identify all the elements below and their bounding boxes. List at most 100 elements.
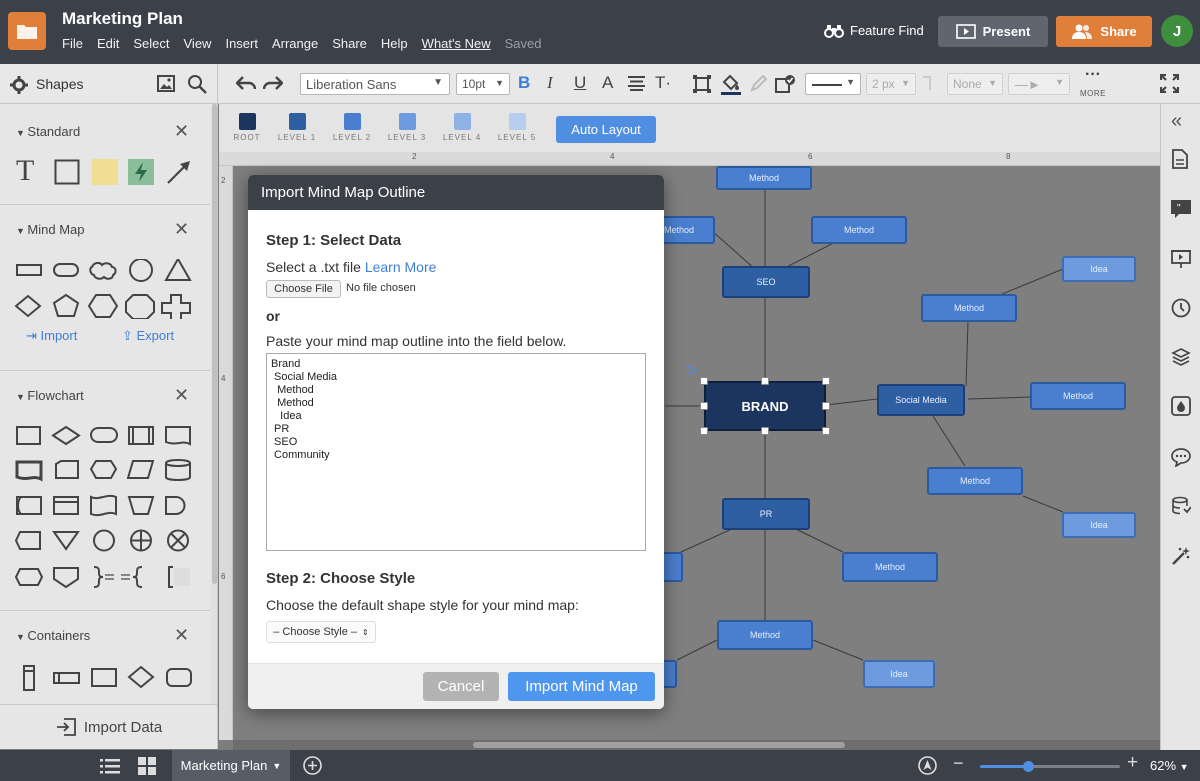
line-width-select[interactable]: 2 px ▼ bbox=[866, 73, 916, 95]
scrollbar-thumb[interactable] bbox=[212, 104, 217, 584]
menu-arrange[interactable]: Arrange bbox=[272, 36, 318, 51]
sticky-note-shape[interactable] bbox=[92, 159, 118, 185]
mind-map-root-node[interactable]: BRAND bbox=[704, 381, 826, 431]
fill-color-icon[interactable] bbox=[721, 73, 741, 95]
more-icon[interactable]: ··· bbox=[1085, 66, 1101, 84]
mind-map-node[interactable]: Method bbox=[927, 467, 1023, 495]
menu-whats-new[interactable]: What's New bbox=[422, 36, 491, 51]
section-header-flowchart[interactable]: ▼ Flowchart ✕ bbox=[0, 382, 210, 408]
shape-border-icon[interactable] bbox=[693, 75, 711, 93]
more-label[interactable]: MORE bbox=[1080, 89, 1106, 98]
undo-icon[interactable] bbox=[236, 75, 256, 91]
arrow-line-shape[interactable] bbox=[166, 159, 192, 185]
text-shape[interactable]: T bbox=[16, 154, 34, 188]
level-4[interactable]: LEVEL 4 bbox=[442, 113, 482, 142]
mind-map-node[interactable]: Idea bbox=[1062, 256, 1136, 282]
level-5[interactable]: LEVEL 5 bbox=[497, 113, 537, 142]
avatar[interactable]: J bbox=[1161, 15, 1193, 47]
resize-handle[interactable] bbox=[822, 402, 830, 410]
canvas-horizontal-scrollbar[interactable] bbox=[233, 740, 1160, 750]
import-data-button[interactable]: Import Data bbox=[0, 704, 217, 749]
style-select[interactable]: – Choose Style – ⇕ bbox=[266, 621, 376, 643]
quote-icon[interactable]: " bbox=[1171, 200, 1191, 218]
font-size-select[interactable]: 10pt ▼ bbox=[456, 73, 510, 95]
rectangle-shape[interactable] bbox=[54, 159, 80, 185]
learn-more-link[interactable]: Learn More bbox=[365, 259, 437, 275]
folder-icon[interactable] bbox=[8, 12, 46, 50]
mind-map-node[interactable]: Method bbox=[921, 294, 1017, 322]
resize-handle[interactable] bbox=[822, 427, 830, 435]
close-icon[interactable]: ✕ bbox=[174, 121, 189, 142]
outline-textarea[interactable]: Brand Social Media Method Method Idea PR… bbox=[266, 353, 646, 551]
text-options-icon[interactable]: T· bbox=[655, 73, 671, 93]
list-view-icon[interactable] bbox=[100, 758, 120, 774]
image-icon[interactable] bbox=[157, 75, 175, 92]
document-title[interactable]: Marketing Plan bbox=[62, 9, 183, 29]
pencil-icon[interactable] bbox=[750, 75, 767, 92]
fullscreen-icon[interactable] bbox=[1160, 74, 1179, 93]
resize-handle[interactable] bbox=[700, 377, 708, 385]
redo-icon[interactable] bbox=[263, 75, 283, 91]
container-shapes[interactable] bbox=[14, 664, 210, 692]
menu-edit[interactable]: Edit bbox=[97, 36, 119, 51]
scrollbar-thumb[interactable] bbox=[473, 742, 845, 748]
underline-icon[interactable]: U bbox=[574, 73, 586, 93]
zoom-slider[interactable] bbox=[980, 761, 1120, 772]
mind-map-export-button[interactable]: ⇪ Export bbox=[122, 328, 174, 344]
align-icon[interactable] bbox=[628, 76, 645, 91]
menu-view[interactable]: View bbox=[184, 36, 212, 51]
line-curve-icon[interactable] bbox=[922, 75, 939, 92]
mind-map-node[interactable]: Method bbox=[716, 166, 812, 190]
cancel-button[interactable]: Cancel bbox=[423, 672, 499, 701]
resize-handle[interactable] bbox=[761, 377, 769, 385]
lightning-icon[interactable] bbox=[128, 159, 154, 185]
section-header-mind-map[interactable]: ▼ Mind Map ✕ bbox=[0, 216, 210, 242]
chevron-down-icon[interactable]: ▼ bbox=[272, 761, 281, 771]
line-style-select[interactable]: ▼ bbox=[805, 73, 861, 95]
resize-handle[interactable] bbox=[761, 427, 769, 435]
close-icon[interactable]: ✕ bbox=[174, 625, 189, 646]
collapse-icon[interactable]: « bbox=[1171, 110, 1182, 133]
text-color-icon[interactable]: A bbox=[602, 73, 613, 93]
mind-map-node[interactable]: Method bbox=[842, 552, 938, 582]
level-1[interactable]: LEVEL 1 bbox=[277, 113, 317, 142]
gear-icon[interactable] bbox=[10, 76, 28, 94]
menu-help[interactable]: Help bbox=[381, 36, 408, 51]
level-root[interactable]: ROOT bbox=[232, 113, 262, 142]
auto-layout-button[interactable]: Auto Layout bbox=[556, 116, 656, 143]
resize-handle[interactable] bbox=[700, 402, 708, 410]
zoom-level[interactable]: 62% ▼ bbox=[1150, 758, 1189, 773]
menu-share[interactable]: Share bbox=[332, 36, 367, 51]
mind-map-node[interactable]: Method bbox=[811, 216, 907, 244]
navigate-icon[interactable] bbox=[918, 756, 937, 775]
drop-icon[interactable] bbox=[1171, 396, 1191, 416]
add-page-icon[interactable] bbox=[303, 756, 322, 775]
database-icon[interactable] bbox=[1171, 496, 1191, 516]
feature-find-button[interactable]: Feature Find bbox=[824, 23, 924, 38]
layers-icon[interactable] bbox=[1171, 347, 1191, 367]
mind-map-node[interactable]: Idea bbox=[863, 660, 935, 688]
mind-map-node[interactable]: Method bbox=[717, 620, 813, 650]
close-icon[interactable]: ✕ bbox=[174, 219, 189, 240]
arrow-end-select[interactable]: ―► ▼ bbox=[1008, 73, 1070, 95]
present-button[interactable]: Present bbox=[938, 16, 1048, 47]
menu-file[interactable]: File bbox=[62, 36, 83, 51]
mind-map-node[interactable]: Method bbox=[1030, 382, 1126, 410]
comment-icon[interactable] bbox=[1171, 447, 1191, 467]
section-header-containers[interactable]: ▼ Containers ✕ bbox=[0, 622, 210, 648]
italic-icon[interactable]: I bbox=[547, 73, 553, 93]
sidebar-scrollbar[interactable] bbox=[211, 104, 217, 704]
mind-map-node-seo[interactable]: SEO bbox=[722, 266, 810, 298]
page-icon[interactable] bbox=[1171, 149, 1189, 169]
mind-map-import-button[interactable]: ⇥ Import bbox=[26, 328, 77, 344]
mind-map-node-social-media[interactable]: Social Media bbox=[877, 384, 965, 416]
resize-handle[interactable] bbox=[822, 377, 830, 385]
presentation-icon[interactable] bbox=[1171, 249, 1191, 269]
rotate-icon[interactable]: ↻ bbox=[685, 362, 697, 379]
level-3[interactable]: LEVEL 3 bbox=[387, 113, 427, 142]
level-2[interactable]: LEVEL 2 bbox=[332, 113, 372, 142]
grid-view-icon[interactable] bbox=[138, 757, 156, 775]
bold-icon[interactable]: B bbox=[518, 73, 530, 93]
zoom-out-icon[interactable]: − bbox=[953, 753, 964, 774]
page-tab[interactable]: Marketing Plan ▼ bbox=[172, 750, 290, 781]
